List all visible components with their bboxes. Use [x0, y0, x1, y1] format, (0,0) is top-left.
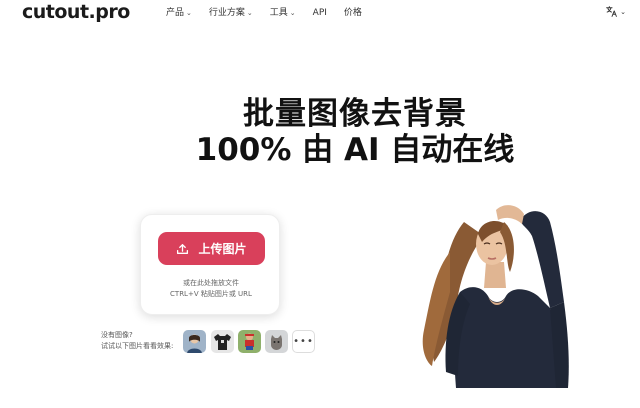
upload-button-label: 上传图片 — [198, 242, 247, 256]
sample-cat-image — [265, 330, 288, 353]
nav-label: 行业方案 — [208, 8, 245, 18]
chevron-down-icon: ⌄ — [246, 9, 253, 17]
nav-item-pricing[interactable]: 价格 — [344, 7, 362, 19]
hero-title-line2: 100% 由 AI 自动在线 — [195, 132, 515, 168]
translate-icon — [606, 6, 617, 17]
sample-thumbnail-tshirt[interactable] — [211, 330, 234, 353]
chevron-down-icon: ⌄ — [289, 9, 296, 17]
sample-thumbnail-toy[interactable] — [238, 330, 261, 353]
top-navigation: cutout.pro 产品 ⌄ 行业方案 ⌄ 工具 ⌄ API 价格 ⌄ — [0, 0, 640, 28]
sample-portrait-image — [183, 330, 206, 353]
sample-thumbnail-cat[interactable] — [265, 330, 288, 353]
drop-hint-line1: 或在此处拖放文件 — [183, 279, 239, 287]
nav-item-api[interactable]: API — [313, 7, 327, 19]
upload-icon — [177, 243, 189, 254]
hero-sample-photo — [400, 192, 592, 388]
sample-thumbnail-portrait[interactable] — [183, 330, 206, 353]
sample-prompt-line1: 没有图像? — [101, 331, 133, 339]
chevron-down-icon: ⌄ — [186, 9, 192, 17]
sample-prompt: 没有图像? 试试以下图片看看效果: — [101, 330, 181, 352]
sample-tshirt-image — [211, 330, 234, 353]
upload-dropzone[interactable]: 上传图片 或在此处拖放文件 CTRL+V 粘贴图片或 URL — [140, 214, 280, 315]
sample-prompt-line2: 试试以下图片看看效果: — [101, 342, 174, 350]
logo[interactable]: cutout.pro — [22, 0, 130, 24]
drop-hint: 或在此处拖放文件 CTRL+V 粘贴图片或 URL — [141, 278, 281, 300]
drop-hint-line2: CTRL+V 粘贴图片或 URL — [170, 290, 252, 298]
upload-image-button[interactable]: 上传图片 — [158, 232, 265, 265]
nav-label: 产品 — [166, 8, 185, 18]
nav-label: 工具 — [269, 8, 288, 18]
main-nav: 产品 ⌄ 行业方案 ⌄ 工具 ⌄ API 价格 — [166, 7, 379, 19]
nav-item-products[interactable]: 产品 ⌄ — [166, 7, 192, 19]
chevron-down-icon: ⌄ — [620, 7, 626, 16]
hero-title: 批量图像去背景 100% 由 AI 自动在线 — [160, 96, 550, 168]
nav-item-tools[interactable]: 工具 ⌄ — [270, 7, 296, 19]
hero-title-line1: 批量图像去背景 — [243, 96, 467, 132]
language-selector[interactable]: ⌄ — [605, 5, 626, 18]
woman-portrait-image — [400, 192, 592, 388]
more-samples-button[interactable]: ••• — [292, 330, 315, 353]
nav-item-solutions[interactable]: 行业方案 ⌄ — [209, 7, 253, 19]
nav-label: 价格 — [343, 8, 362, 18]
sample-toy-image — [238, 330, 261, 353]
nav-label: API — [312, 8, 327, 18]
